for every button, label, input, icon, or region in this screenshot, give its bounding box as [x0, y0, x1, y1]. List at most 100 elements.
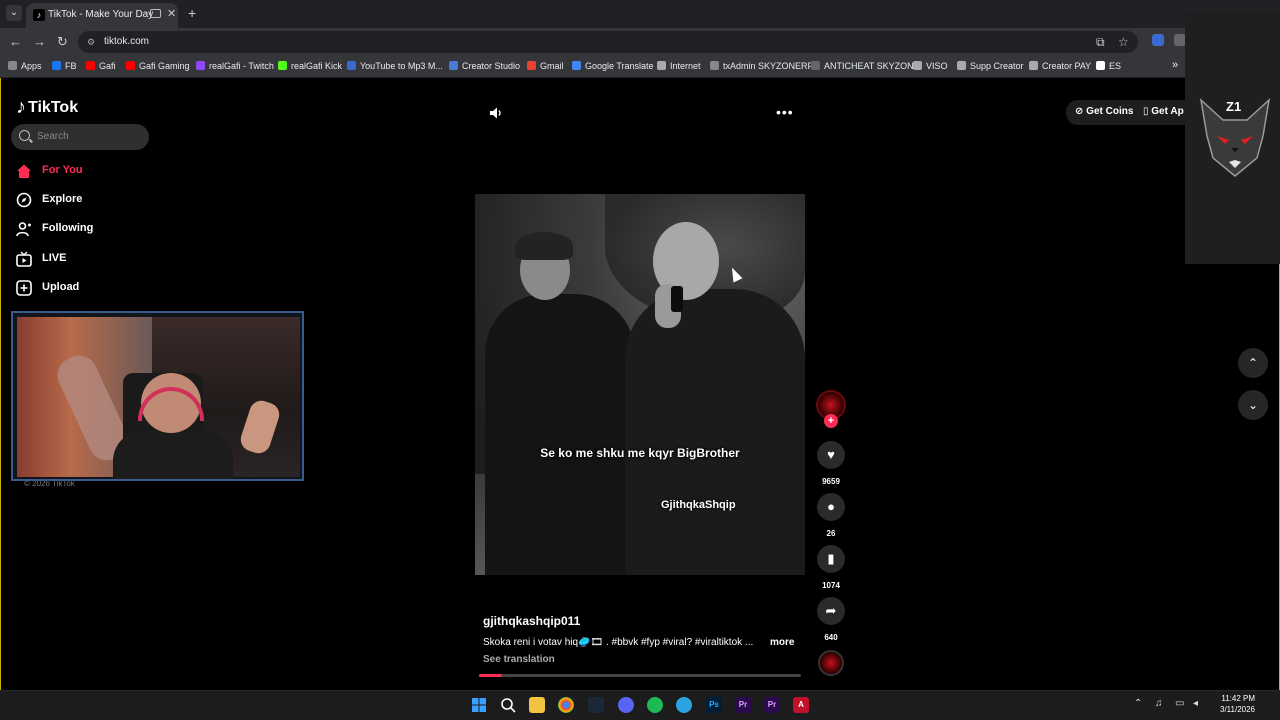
acrobat-icon[interactable]: A [793, 697, 809, 713]
search-icon [19, 130, 30, 141]
music-disc-icon[interactable] [818, 650, 844, 676]
picture-in-picture-icon[interactable] [150, 9, 161, 18]
save-button[interactable]: ▮ [817, 545, 845, 573]
search-icon[interactable] [500, 697, 516, 713]
bookmark-kick[interactable]: realGafi Kick [278, 61, 342, 71]
live-icon [16, 251, 32, 267]
bookmark-anticheat[interactable]: ANTICHEAT SKYZONE [811, 61, 920, 71]
bookmark-twitch[interactable]: realGafi - Twitch [196, 61, 274, 71]
compass-icon [16, 192, 32, 208]
webcam-person-body [113, 431, 233, 479]
taskbar-clock-date[interactable]: 3/11/2026 [1209, 705, 1255, 714]
bookmark-es[interactable]: ES [1096, 61, 1121, 71]
search-input[interactable]: Search [11, 124, 149, 150]
bookmark-gmail[interactable]: Gmail [527, 61, 564, 71]
video-watermark: GjithqkaShqip [661, 499, 736, 511]
heart-icon: ♥ [827, 447, 835, 462]
get-app-button[interactable]: ▯ Get Ap [1143, 106, 1184, 117]
premiere-icon[interactable]: Pr [735, 697, 751, 713]
install-app-icon[interactable]: ⧉ [1096, 35, 1105, 50]
premiere-icon[interactable]: Pr [764, 697, 780, 713]
bookmark-fb[interactable]: FB [52, 61, 77, 71]
spotify-icon[interactable] [647, 697, 663, 713]
volume-icon[interactable] [489, 106, 503, 120]
telegram-icon[interactable] [676, 697, 692, 713]
globe-icon [1029, 61, 1038, 70]
previous-video-button[interactable]: ⌃ [1238, 348, 1268, 378]
brand-mark-text: Z1 [1226, 99, 1242, 114]
es-icon [1096, 61, 1105, 70]
bookmark-supp-creator[interactable]: Supp Creator [957, 61, 1024, 71]
see-translation-button[interactable]: See translation [483, 654, 555, 665]
share-button[interactable]: ➦ [817, 597, 845, 625]
speaker-icon[interactable]: ◂ [1193, 698, 1198, 709]
microphone-icon[interactable]: ♫ [1155, 698, 1163, 709]
back-icon[interactable]: ← [9, 34, 22, 49]
bookmark-star-icon[interactable]: ☆ [1118, 35, 1129, 49]
share-count: 640 [824, 633, 838, 642]
description-more-button[interactable]: more [770, 637, 794, 648]
video-description: Skoka reni i votav hiq🥏🎞 . #bbvk #fyp #v… [483, 637, 754, 648]
tiktok-favicon-icon: ♪ [33, 9, 45, 21]
comment-icon: ● [827, 499, 835, 514]
twitch-icon [196, 61, 205, 70]
bookmark-apps[interactable]: Apps [8, 61, 42, 71]
windows-taskbar [0, 690, 1280, 720]
bookmark-youtube-mp3[interactable]: YouTube to Mp3 M... [347, 61, 443, 71]
like-button[interactable]: ♥ [817, 441, 845, 469]
globe-icon [913, 61, 922, 70]
url-text[interactable]: tiktok.com [104, 36, 149, 47]
apps-grid-icon [8, 61, 17, 70]
chrome-icon[interactable] [558, 697, 574, 713]
video-player[interactable]: Se ko me shku me kqyr BigBrother Gjithqk… [475, 194, 805, 575]
forward-icon[interactable]: → [33, 34, 46, 49]
file-explorer-icon[interactable] [529, 697, 545, 713]
phone-icon [671, 286, 683, 312]
server-icon [710, 61, 719, 70]
bookmark-gafi[interactable]: Gafi [86, 61, 116, 71]
steam-icon[interactable] [588, 697, 604, 713]
globe-icon [657, 61, 666, 70]
following-icon [16, 222, 31, 237]
youtube-icon [86, 61, 95, 70]
bookmark-internet[interactable]: Internet [657, 61, 701, 71]
bookmark-viso[interactable]: VISO [913, 61, 948, 71]
site-info-icon[interactable]: ⚙ [87, 36, 99, 48]
taskbar-clock-time[interactable]: 11:42 PM [1213, 694, 1255, 703]
tab-search-button[interactable]: ⌄ [6, 5, 22, 21]
new-tab-button[interactable]: + [188, 5, 196, 21]
address-bar[interactable]: ⚙ tiktok.com ⧉ ☆ [78, 31, 1138, 53]
shield-icon [811, 61, 820, 70]
windows-start-icon[interactable] [471, 697, 487, 713]
video-author[interactable]: gjithqkashqip011 [483, 614, 580, 628]
tiktok-logo[interactable]: ♪ TikTok [16, 96, 78, 119]
bookmark-creator-pay[interactable]: Creator PAY [1029, 61, 1091, 71]
tray-overflow-icon[interactable]: ⌃ [1134, 698, 1142, 709]
bookmarks-overflow-icon[interactable]: » [1172, 59, 1178, 71]
photoshop-icon[interactable]: Ps [706, 697, 722, 713]
translate-icon [572, 61, 581, 70]
bookmark-icon: ▮ [827, 551, 835, 566]
link-icon [957, 61, 966, 70]
comment-button[interactable]: ● [817, 493, 845, 521]
get-coins-button[interactable]: ⊘ Get Coins [1075, 106, 1133, 117]
video-progress-fill [479, 674, 502, 677]
more-options-icon[interactable]: ••• [776, 104, 794, 120]
next-video-button[interactable]: ⌄ [1238, 390, 1268, 420]
browser-tab[interactable]: ♪ TikTok - Make Your Day ✕ [26, 3, 178, 28]
kick-icon [278, 61, 287, 70]
bookmark-gafi-gaming[interactable]: Gafi Gaming [126, 61, 190, 71]
bookmark-google-translate[interactable]: Google Translate [572, 61, 654, 71]
bookmark-creator-studio[interactable]: Creator Studio [449, 61, 520, 71]
save-count: 1074 [822, 581, 840, 590]
gmail-icon [527, 61, 536, 70]
follow-plus-icon[interactable]: + [824, 414, 838, 428]
bookmarks-bar: Apps FB Gafi Gafi Gaming realGafi - Twit… [0, 56, 1280, 78]
reload-icon[interactable]: ↻ [57, 34, 68, 50]
extension-icon[interactable] [1152, 34, 1164, 46]
tab-close-icon[interactable]: ✕ [167, 7, 176, 20]
video-progress-bar[interactable] [479, 674, 801, 677]
network-icon[interactable]: ▭ [1175, 698, 1184, 709]
bookmark-txadmin[interactable]: txAdmin SKYZONERP [710, 61, 814, 71]
discord-icon[interactable] [618, 697, 634, 713]
